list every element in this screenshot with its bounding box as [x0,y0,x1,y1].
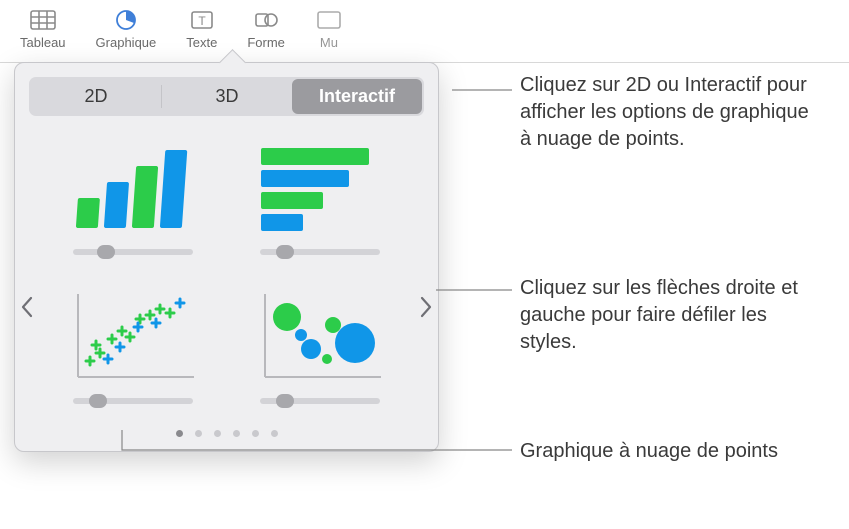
callout-text: Cliquez sur les flèches droite et gauche… [520,275,820,356]
callout-text: Graphique à nuage de points [520,438,820,465]
callout-text: Cliquez sur 2D ou Interactif pour affich… [520,72,820,153]
